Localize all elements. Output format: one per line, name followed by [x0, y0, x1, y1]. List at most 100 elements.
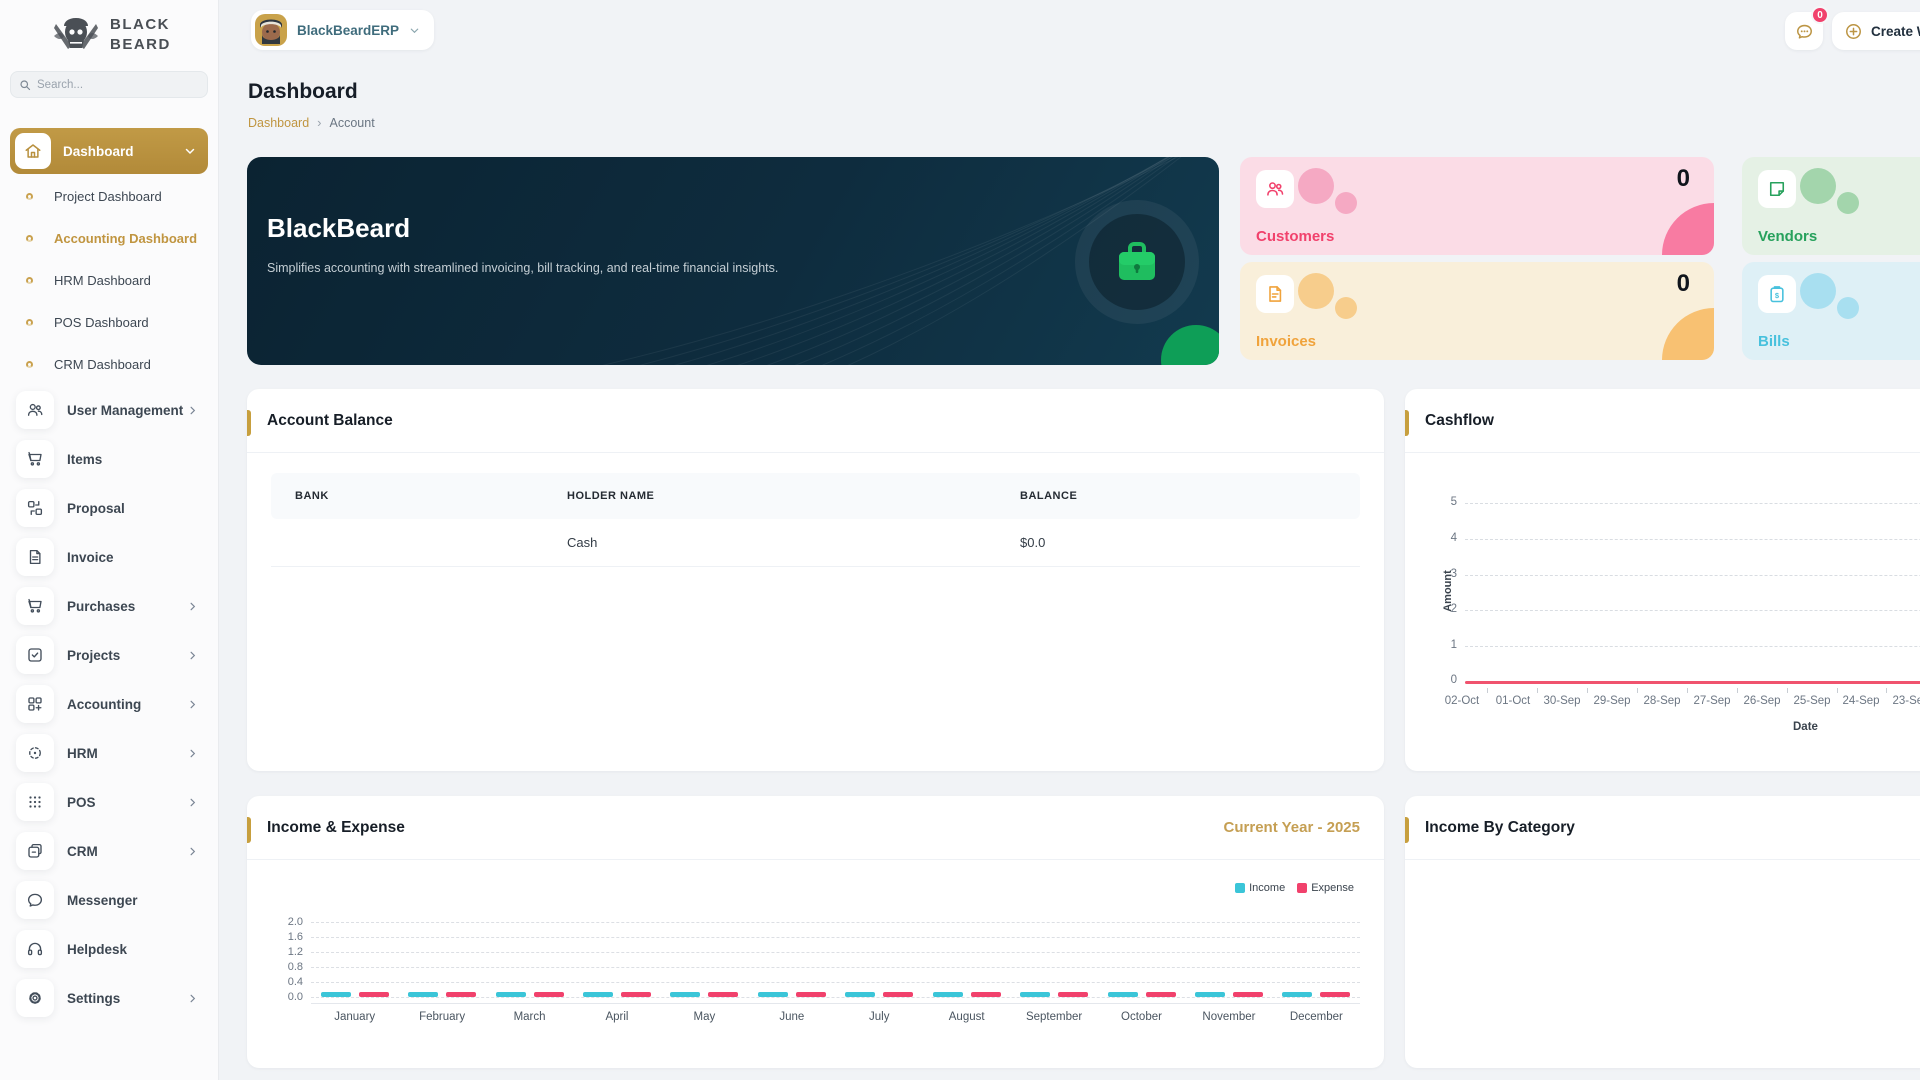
month-column: November	[1185, 992, 1272, 1023]
create-workspace-button[interactable]: Create Wo	[1832, 12, 1920, 50]
income-bar	[321, 992, 351, 997]
legend-expense: Expense	[1297, 882, 1354, 894]
expense-bar	[1233, 992, 1263, 997]
sidebar-subitem-hrm-dashboard[interactable]: HRM Dashboard	[0, 265, 218, 295]
expense-bar	[1058, 992, 1088, 997]
sidebar-item-accounting[interactable]: Accounting	[0, 684, 218, 724]
column-header-holder-name: HOLDER NAME	[567, 490, 1020, 502]
sidebar-item-pos[interactable]: POS	[0, 782, 218, 822]
briefcase-icon	[1089, 214, 1185, 310]
cashflow-chart: Amount 5 4 3 2 1 0 02-Oct 01-Oct 30-Sep	[1405, 389, 1920, 771]
sidebar-item-purchases[interactable]: Purchases	[0, 586, 218, 626]
sidebar-item-invoice[interactable]: Invoice	[0, 537, 218, 577]
sidebar-item-crm[interactable]: CRM	[0, 831, 218, 871]
gridline	[1465, 646, 1920, 647]
hero-description: Simplifies accounting with streamlined i…	[267, 259, 807, 278]
chevron-right-icon	[187, 993, 198, 1004]
month-column: January	[311, 992, 398, 1023]
notifications-button[interactable]: 0	[1785, 12, 1823, 50]
workspace-selector[interactable]: BlackBeardERP	[251, 10, 434, 50]
bullet-icon	[26, 319, 33, 326]
main-content: BlackBeardERP 0 Create Wo Dashboard Dash…	[218, 0, 1920, 1080]
income-bar	[845, 992, 875, 997]
sidebar-item-settings[interactable]: Settings	[0, 978, 218, 1018]
income-bar	[670, 992, 700, 997]
x-axis-label: Date	[1793, 721, 1818, 733]
sidebar-item-items[interactable]: Items	[0, 439, 218, 479]
bullet-icon	[26, 361, 33, 368]
sidebar-search[interactable]	[10, 71, 208, 98]
decorative-quarter-circle	[1662, 308, 1714, 360]
note-icon	[1758, 170, 1796, 208]
sidebar-subitem-project-dashboard[interactable]: Project Dashboard	[0, 181, 218, 211]
breadcrumb-dashboard-link[interactable]: Dashboard	[248, 116, 309, 130]
sidebar-item-projects[interactable]: Projects	[0, 635, 218, 675]
panel-subtitle: Current Year - 2025	[1224, 819, 1360, 836]
table-row[interactable]: Cash $0.0	[271, 519, 1360, 567]
chart-legend: Income Expense	[1235, 882, 1354, 894]
income-bar	[408, 992, 438, 997]
chevron-down-icon	[184, 145, 196, 157]
expense-bar	[359, 992, 389, 997]
sidebar-subitem-pos-dashboard[interactable]: POS Dashboard	[0, 307, 218, 337]
axis-tick	[1787, 688, 1788, 693]
workspace-avatar	[255, 14, 287, 46]
month-column: August	[923, 992, 1010, 1023]
income-bar	[1195, 992, 1225, 997]
decorative-circle	[1298, 273, 1334, 309]
sidebar-item-proposal[interactable]: Proposal	[0, 488, 218, 528]
income-bar	[583, 992, 613, 997]
month-column: September	[1010, 992, 1097, 1023]
account-balance-panel: Account Balance BANK HOLDER NAME BALANCE…	[247, 389, 1384, 771]
workspace-name: BlackBeardERP	[297, 23, 399, 38]
sidebar-item-user-management[interactable]: User Management	[0, 390, 218, 430]
expense-bar	[1146, 992, 1176, 997]
blackbeard-erp-dashboard: { "brand": { "line1": "BLACK", "line2": …	[0, 0, 1920, 1080]
sidebar-item-helpdesk[interactable]: Helpdesk	[0, 929, 218, 969]
axis-tick	[1537, 688, 1538, 693]
dots-grid-icon	[16, 783, 54, 821]
income-expense-panel: Income & Expense Current Year - 2025 Inc…	[247, 796, 1384, 1068]
income-expense-chart: January February March April May June	[311, 992, 1360, 1023]
axis-tick	[1637, 688, 1638, 693]
decorative-circle	[1298, 168, 1334, 204]
sidebar-item-messenger[interactable]: Messenger	[0, 880, 218, 920]
sidebar-subitem-accounting-dashboard[interactable]: Accounting Dashboard	[0, 223, 218, 253]
notification-badge: 0	[1811, 6, 1829, 24]
stat-value: 0	[1677, 270, 1690, 298]
stat-card-vendors[interactable]: Vendors	[1742, 157, 1920, 255]
legend-swatch-income	[1235, 883, 1245, 893]
panel-title: Account Balance	[267, 412, 393, 430]
gridline	[1465, 503, 1920, 504]
income-bar	[1108, 992, 1138, 997]
chevron-right-icon	[187, 797, 198, 808]
decorative-quarter-circle	[1662, 203, 1714, 255]
plus-circle-icon	[1844, 22, 1863, 41]
stat-card-customers[interactable]: 0 Customers	[1240, 157, 1714, 255]
axis-tick	[1837, 688, 1838, 693]
search-input[interactable]	[37, 79, 199, 91]
cell-holder-name: Cash	[567, 535, 1020, 550]
target-icon	[16, 734, 54, 772]
headset-icon	[16, 930, 54, 968]
bullet-icon	[26, 193, 33, 200]
gold-accent-bar	[247, 410, 251, 436]
income-bar	[1020, 992, 1050, 997]
axis-tick	[1737, 688, 1738, 693]
stat-card-invoices[interactable]: 0 Invoices	[1240, 262, 1714, 360]
month-column: April	[573, 992, 660, 1023]
clipboard-dollar-icon: $	[1758, 275, 1796, 313]
chevron-down-icon	[409, 25, 420, 36]
gridline	[311, 952, 1360, 953]
sidebar-item-dashboard[interactable]: Dashboard	[10, 128, 208, 174]
legend-income: Income	[1235, 882, 1285, 894]
search-icon	[19, 79, 31, 91]
axis-tick	[1587, 688, 1588, 693]
gridline	[311, 967, 1360, 968]
stat-card-bills[interactable]: $ Bills	[1742, 262, 1920, 360]
sidebar-item-hrm[interactable]: HRM	[0, 733, 218, 773]
gridline	[311, 922, 1360, 923]
income-by-category-panel: Income By Category	[1405, 796, 1920, 1068]
chevron-right-icon	[187, 748, 198, 759]
sidebar-subitem-crm-dashboard[interactable]: CRM Dashboard	[0, 349, 218, 379]
